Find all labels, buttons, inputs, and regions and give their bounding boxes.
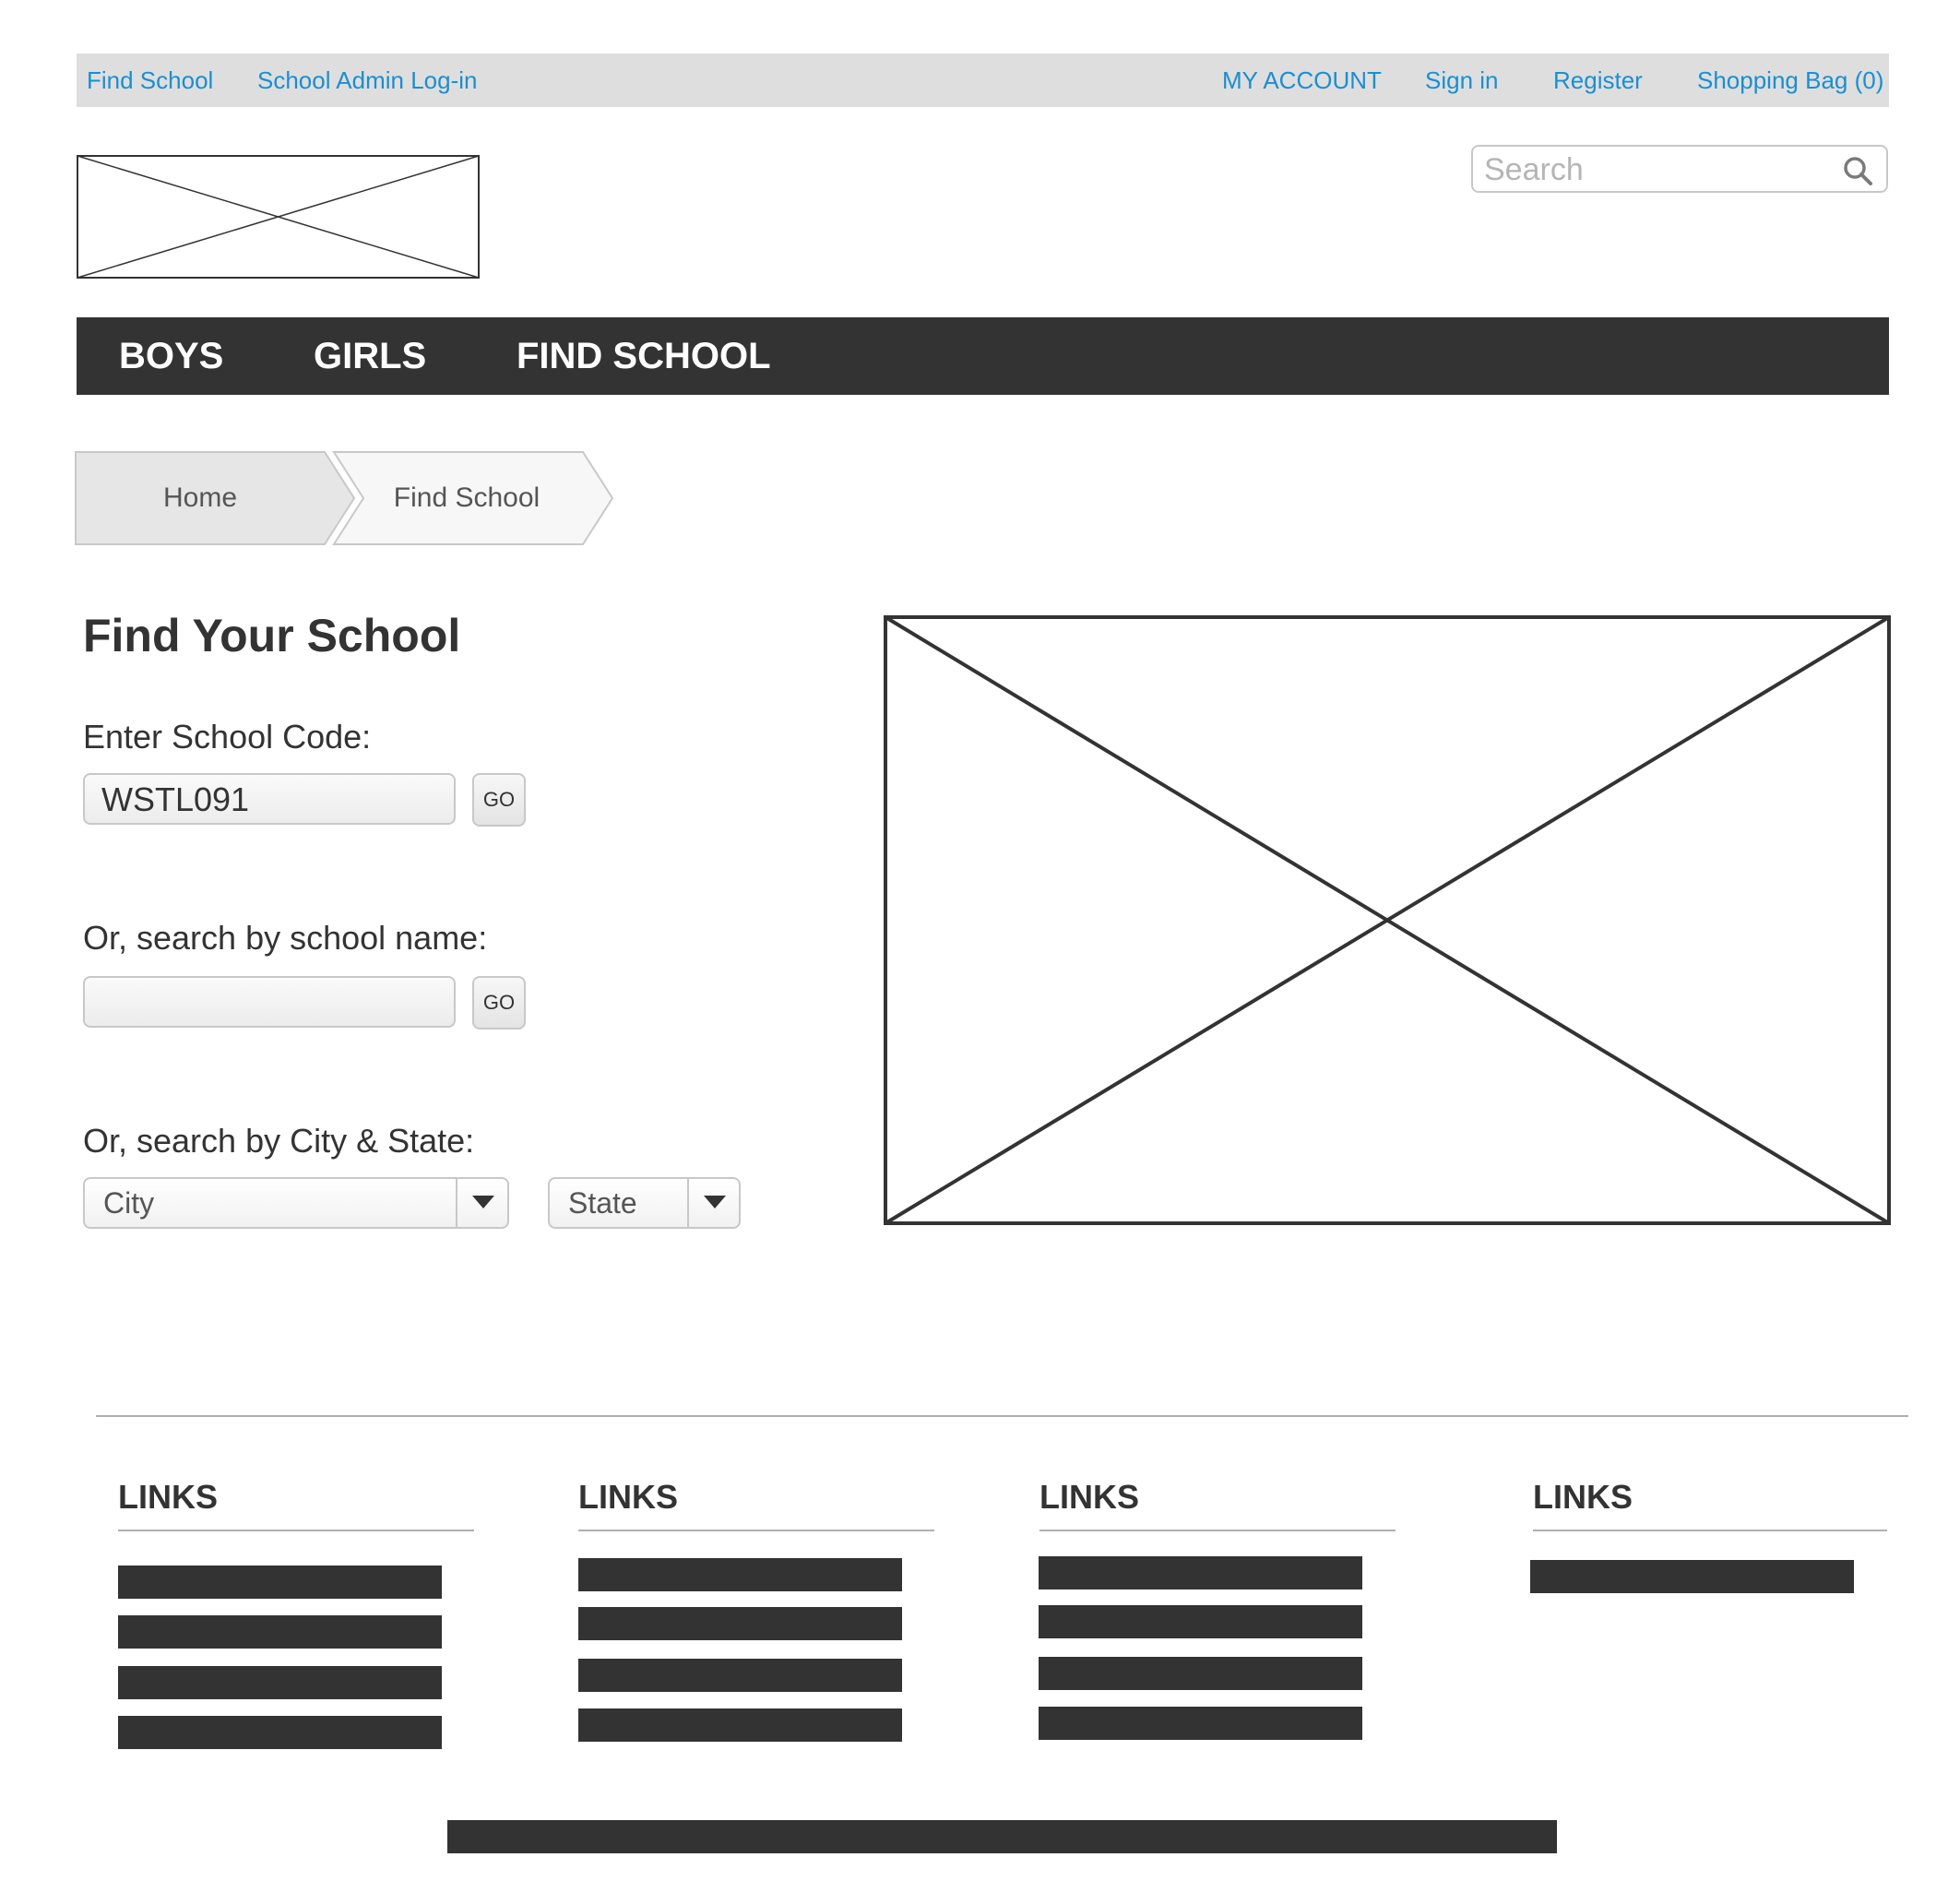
school-code-input[interactable] <box>100 780 445 819</box>
footer-link[interactable] <box>1039 1605 1362 1638</box>
footer-link[interactable] <box>118 1566 442 1599</box>
footer-links-rule-1 <box>118 1530 474 1531</box>
city-select-toggle[interactable] <box>456 1179 507 1227</box>
state-select-toggle[interactable] <box>687 1179 739 1227</box>
footer-link[interactable] <box>578 1558 902 1591</box>
footer-links-heading-4: LINKS <box>1533 1478 1633 1516</box>
school-code-field <box>83 773 456 825</box>
city-select-value: City <box>103 1186 155 1220</box>
school-code-go-button[interactable]: GO <box>472 773 526 827</box>
city-select[interactable]: City <box>83 1177 509 1229</box>
nav-item-girls[interactable]: GIRLS <box>314 317 426 395</box>
footer-link[interactable] <box>578 1607 902 1640</box>
image-placeholder-icon <box>884 615 1891 1225</box>
footer-links-rule-2 <box>578 1530 934 1531</box>
school-code-label: Enter School Code: <box>83 718 372 756</box>
search-icon[interactable] <box>1842 155 1873 186</box>
footer-divider <box>96 1415 1908 1417</box>
footer-links-rule-3 <box>1039 1530 1396 1531</box>
school-name-label: Or, search by school name: <box>83 919 488 957</box>
footer-links-heading-3: LINKS <box>1039 1478 1139 1516</box>
footer-link[interactable] <box>118 1615 442 1649</box>
footer-link[interactable] <box>1039 1657 1362 1690</box>
footer-links-heading-2: LINKS <box>578 1478 678 1516</box>
footer-copyright-bar <box>447 1820 1557 1853</box>
search-box <box>1471 145 1888 193</box>
state-select-value: State <box>568 1186 637 1220</box>
footer-link[interactable] <box>1530 1560 1854 1593</box>
nav-item-boys[interactable]: BOYS <box>119 317 223 395</box>
city-state-label: Or, search by City & State: <box>83 1122 475 1160</box>
breadcrumb-find-school[interactable]: Find School <box>350 450 583 546</box>
util-link-school-admin-login[interactable]: School Admin Log-in <box>257 54 477 107</box>
chevron-down-icon <box>472 1196 494 1208</box>
school-name-input[interactable] <box>100 983 445 1022</box>
logo-placeholder[interactable] <box>77 155 480 279</box>
breadcrumb: Home Find School <box>74 450 618 546</box>
footer-links-rule-4 <box>1533 1530 1887 1531</box>
logo-image-placeholder-icon <box>77 155 480 279</box>
nav-item-find-school[interactable]: FIND SCHOOL <box>517 317 771 395</box>
main-nav: BOYS GIRLS FIND SCHOOL <box>77 317 1889 395</box>
footer-link[interactable] <box>578 1708 902 1742</box>
util-link-find-school[interactable]: Find School <box>87 54 213 107</box>
footer-link[interactable] <box>1039 1707 1362 1740</box>
chevron-down-icon <box>704 1196 726 1208</box>
footer-link[interactable] <box>1039 1556 1362 1589</box>
hero-image-placeholder <box>884 615 1891 1225</box>
school-name-go-button[interactable]: GO <box>472 976 526 1030</box>
util-link-register[interactable]: Register <box>1553 54 1643 107</box>
utility-bar: Find School School Admin Log-in MY ACCOU… <box>77 54 1889 107</box>
util-link-my-account[interactable]: MY ACCOUNT <box>1222 54 1382 107</box>
footer-link[interactable] <box>118 1716 442 1749</box>
page-title: Find Your School <box>83 610 461 661</box>
search-input[interactable] <box>1482 150 1818 189</box>
state-select[interactable]: State <box>548 1177 741 1229</box>
util-link-sign-in[interactable]: Sign in <box>1425 54 1499 107</box>
breadcrumb-home[interactable]: Home <box>76 450 325 546</box>
footer-link[interactable] <box>578 1659 902 1692</box>
school-name-field <box>83 976 456 1028</box>
footer-links-heading-1: LINKS <box>118 1478 218 1516</box>
footer-link[interactable] <box>118 1666 442 1699</box>
util-link-shopping-bag[interactable]: Shopping Bag (0) <box>1697 54 1883 107</box>
